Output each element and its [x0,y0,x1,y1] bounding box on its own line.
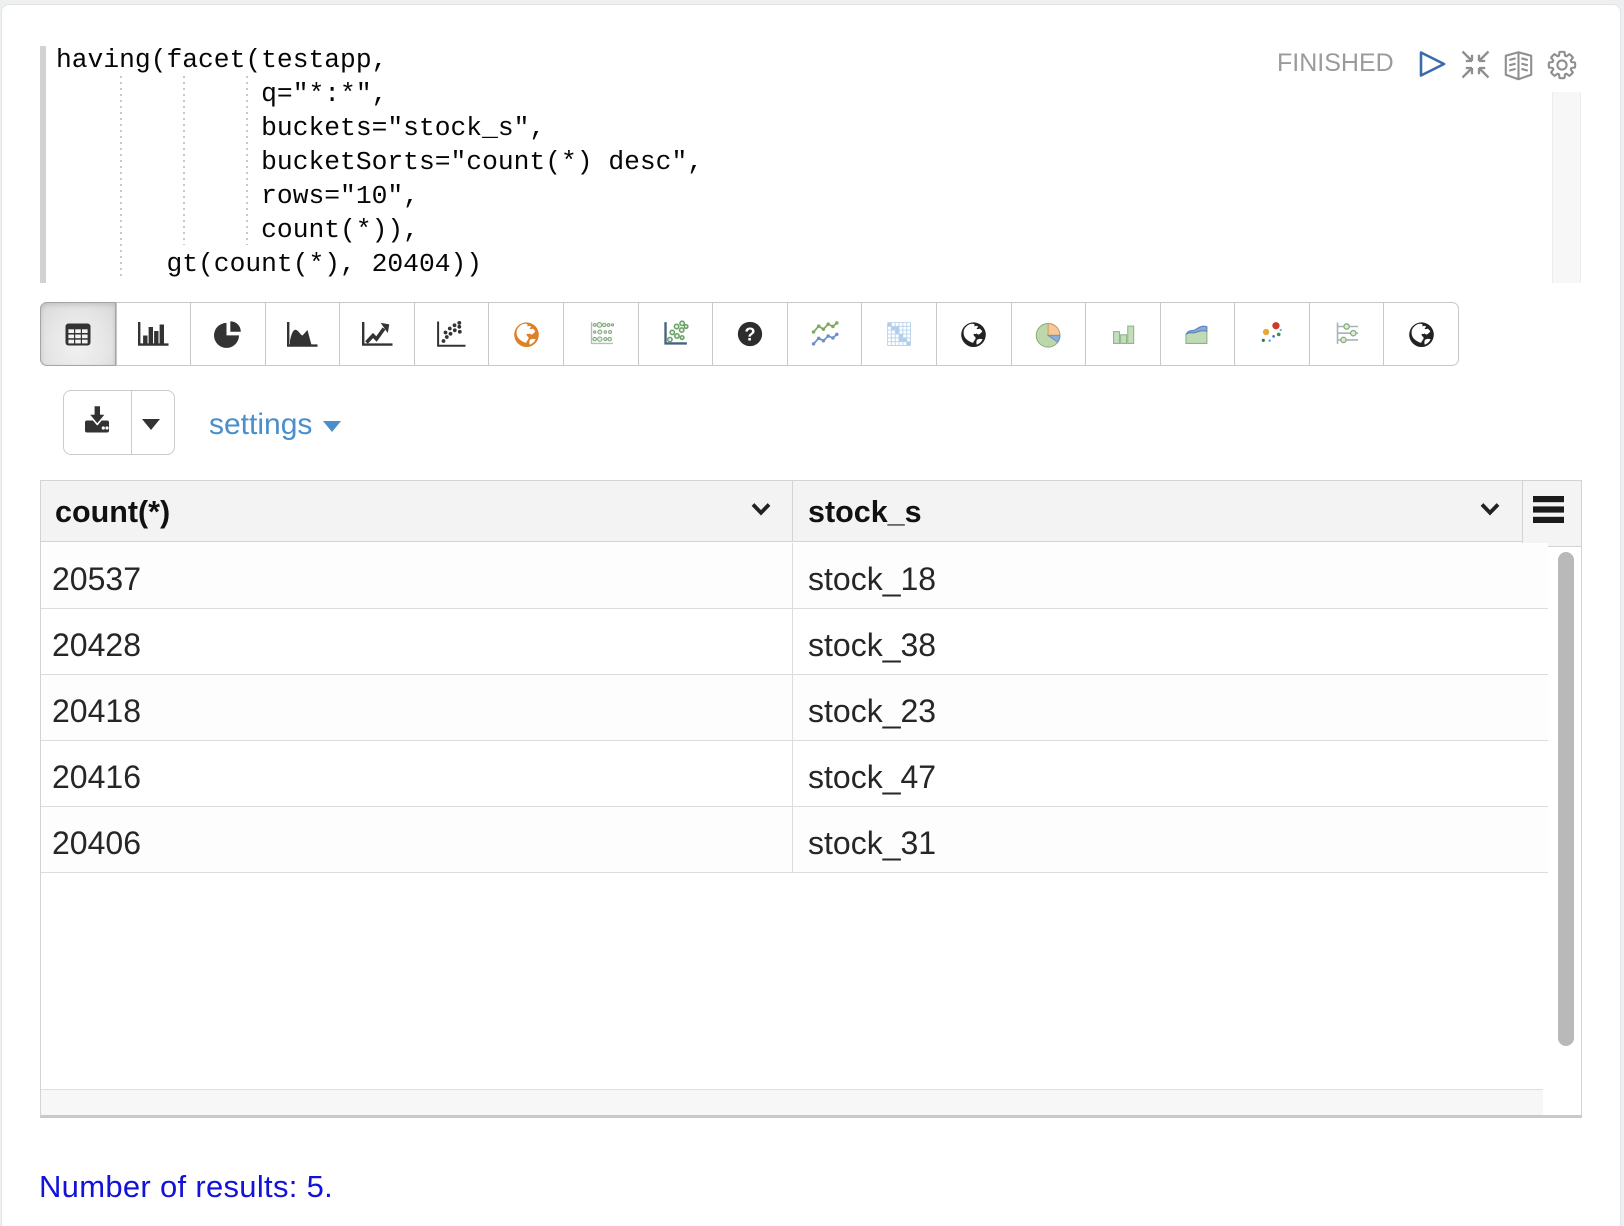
svg-text:?: ? [744,324,755,345]
